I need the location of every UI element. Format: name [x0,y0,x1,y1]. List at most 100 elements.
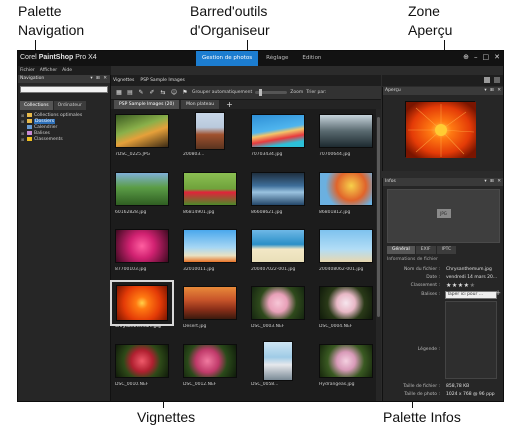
thumbnail-frame[interactable] [317,111,375,151]
thumbnail-item[interactable]: 86814901.jpg [181,169,239,215]
thumbnail-image[interactable] [319,172,373,206]
thumbnail-frame[interactable] [317,283,375,323]
thumbnail-image[interactable] [115,114,169,148]
thumbnail-image[interactable] [115,229,169,263]
flag-icon[interactable]: ⚑ [181,89,189,97]
thumbnail-frame[interactable] [317,226,375,266]
thumbnail-item[interactable]: 200408062-001.jpg [317,226,375,272]
panel-controls-icon[interactable]: ▾ ⊞ ✕ [90,75,108,83]
thumbnail-image[interactable] [115,172,169,206]
view-list-icon[interactable]: ▤ [126,89,134,97]
single-view-icon[interactable] [484,77,490,83]
thumbnail-image[interactable] [183,344,237,378]
zoom-slider[interactable] [255,89,288,96]
thumbnail-image[interactable] [251,286,305,320]
thumbnail-frame[interactable] [110,280,174,326]
tab-adjust[interactable]: Réglage [260,51,294,66]
star-icon[interactable]: ★ [470,282,476,289]
thumbnail-item[interactable]: 70700644.jpg [317,111,375,157]
pencil-icon[interactable]: ✎ [137,89,145,97]
thumbnail-frame[interactable] [113,226,171,266]
expand-icon[interactable]: ⊞ [21,113,25,118]
expand-icon[interactable]: ⊞ [21,119,25,124]
thumbnail-frame[interactable] [181,111,239,151]
minimize-icon[interactable]: – [474,53,478,61]
thumbnail-frame[interactable] [249,283,307,323]
thumbnail-item[interactable]: DSC_0010.NEF [113,341,171,387]
tree-item-ratings[interactable]: ⊞ Classements [21,136,107,142]
navigation-search-input[interactable]: ⚲ [20,86,115,93]
thumbnail-image[interactable] [195,112,225,150]
thumbnail-image[interactable] [319,344,373,378]
thumbnail-image[interactable] [115,344,169,378]
tab-thumbnails[interactable]: Vignettes [113,75,134,86]
thumbnail-frame[interactable] [249,341,307,381]
close-icon[interactable]: ✕ [494,53,500,61]
caption-input[interactable] [445,301,497,379]
thumbnail-image[interactable] [183,229,237,263]
tags-input[interactable]: Taper ici pour ... [445,291,497,299]
thumbnail-frame[interactable] [249,226,307,266]
add-tag-icon[interactable]: + [495,289,501,297]
thumbnail-item[interactable]: 200407022-001.jpg [249,226,307,272]
thumbnail-frame[interactable] [317,169,375,209]
thumbnail-image[interactable] [183,172,237,206]
tab-psp-sample-images[interactable]: PSP Sample Images [140,75,184,86]
group-auto-label[interactable]: Grouper automatiquement [192,90,252,95]
thumbnail-image[interactable] [116,285,168,321]
tab-computer[interactable]: Ordinateur [53,101,86,110]
thumbnail-image[interactable] [251,114,305,148]
scrollbar-thumb[interactable] [377,117,380,317]
thumbnail-image[interactable] [319,114,373,148]
thumbnail-item[interactable]: 32010011.jpg [181,226,239,272]
tab-general[interactable]: Général [387,246,415,254]
thumbnail-item[interactable]: Hydrangeas.jpg [317,341,375,387]
thumbnail-image[interactable] [319,286,373,320]
tab-psp-sample-images-20[interactable]: PSP Sample Images (20) [114,100,180,109]
sort-label[interactable]: Trier par: [306,90,326,95]
brush-icon[interactable]: ✐ [148,89,156,97]
thumbnail-image[interactable] [263,341,293,381]
expand-icon[interactable]: ⊞ [21,137,25,142]
tab-collections[interactable]: Collections [20,101,53,110]
thumbnail-image[interactable] [251,172,305,206]
menu-view[interactable]: Afficher [40,66,57,75]
thumbnail-image[interactable] [319,229,373,263]
thumbnail-item[interactable]: DSC_0004.NEF [317,283,375,329]
tab-my-tray[interactable]: Mon plateau [181,100,220,109]
maximize-icon[interactable]: □ [483,53,490,61]
thumbnail-frame[interactable] [181,169,239,209]
thumbnail-frame[interactable] [113,169,171,209]
thumbnail-item[interactable]: 60162828.jpg [113,169,171,215]
thumbnail-frame[interactable] [113,111,171,151]
thumbnail-frame[interactable] [317,341,375,381]
add-tab-icon[interactable]: + [221,100,238,109]
thumbnail-frame[interactable] [249,169,307,209]
thumbnail-frame[interactable] [181,226,239,266]
thumbnail-item[interactable]: Chrysanthemum.jpg [110,280,174,329]
thumbnail-item[interactable]: 70703434.jpg [249,111,307,157]
view-grid-icon[interactable]: ▦ [115,89,123,97]
thumbnail-image[interactable] [183,286,237,320]
multi-view-icon[interactable] [494,77,500,83]
people-icon[interactable]: ☺ [170,89,178,97]
panel-controls-icon[interactable]: ▾ ⊞ ✕ [484,178,502,186]
thumbnail-frame[interactable] [181,283,239,323]
thumbnail-item[interactable]: 86801812.jpg [317,169,375,215]
rating-stars[interactable]: ★★★★★ [446,282,475,289]
thumbnail-item[interactable]: DSC_0058... [249,341,307,387]
tab-exif[interactable]: EXIF [415,246,436,254]
share-icon[interactable]: ⇆ [159,89,167,97]
menu-help[interactable]: Aide [62,66,72,75]
thumbnail-item[interactable]: 200803... [181,111,239,157]
thumbnail-item[interactable]: 87700103.jpg [113,226,171,272]
thumbnail-item[interactable]: DSC_0012.NEF [181,341,239,387]
thumbnail-item[interactable]: DSC_0003.NEF [249,283,307,329]
tab-manage[interactable]: Gestion de photos [196,51,259,66]
thumbnail-item[interactable]: 86608621.jpg [249,169,307,215]
workspace-icon[interactable]: ⊕ [463,53,469,61]
tab-edit[interactable]: Edition [296,51,327,66]
thumbnail-frame[interactable] [249,111,307,151]
thumbnail-frame[interactable] [181,341,239,381]
thumbnail-item[interactable]: 7DSC_0225.JPG [113,111,171,157]
